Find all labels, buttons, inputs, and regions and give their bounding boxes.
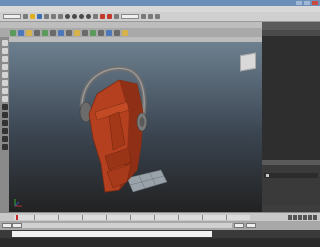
four-view-layout-icon[interactable] (1, 112, 8, 118)
time-tick (226, 215, 227, 220)
time-tick (154, 215, 155, 220)
time-tick (34, 215, 35, 220)
scale-tool-icon[interactable] (1, 80, 8, 86)
play-forward-icon[interactable] (303, 215, 307, 220)
range-start-field[interactable] (2, 223, 12, 228)
perspective-viewport[interactable] (9, 42, 262, 212)
select-hierarchy-icon[interactable] (44, 14, 49, 19)
tool-settings-icon[interactable] (148, 14, 153, 19)
ipr-render-icon[interactable] (107, 14, 112, 19)
command-line (0, 230, 320, 238)
lasso-tool-icon[interactable] (1, 48, 8, 54)
hypershade-layout-icon[interactable] (1, 136, 8, 142)
smooth-icon[interactable] (90, 29, 96, 36)
cylinder-icon[interactable] (26, 29, 32, 36)
single-view-layout-icon[interactable] (1, 104, 8, 110)
help-line (0, 238, 320, 247)
open-scene-icon[interactable] (30, 14, 35, 19)
scene-render (14, 66, 168, 207)
current-time-marker[interactable] (16, 215, 18, 220)
merge-icon[interactable] (106, 29, 112, 36)
attribute-editor-icon[interactable] (141, 14, 146, 19)
close-icon[interactable] (312, 1, 318, 5)
channel-box-header (262, 22, 320, 30)
channel-box-panel (262, 22, 320, 212)
command-input[interactable] (12, 231, 212, 237)
layer-editor (262, 165, 320, 205)
last-tool-icon[interactable] (1, 96, 8, 102)
cone-icon[interactable] (34, 29, 40, 36)
right-earcup-inner (139, 117, 145, 127)
play-backward-icon[interactable] (298, 215, 302, 220)
bevel-icon[interactable] (98, 29, 104, 36)
combine-icon[interactable] (58, 29, 64, 36)
select-tool-icon[interactable] (1, 40, 8, 46)
time-slider-track[interactable] (14, 215, 250, 220)
time-tick (106, 215, 107, 220)
plane-icon[interactable] (42, 29, 48, 36)
uv-icon[interactable] (122, 29, 128, 36)
time-tick (202, 215, 203, 220)
paint-select-tool-icon[interactable] (1, 56, 8, 62)
input-field[interactable] (121, 14, 139, 19)
menu-set-dropdown[interactable] (3, 14, 21, 19)
select-object-icon[interactable] (51, 14, 56, 19)
snap-point-icon[interactable] (79, 14, 84, 19)
step-back-icon[interactable] (293, 215, 297, 220)
persp-graph-layout-icon[interactable] (1, 128, 8, 134)
snap-grid-icon[interactable] (65, 14, 70, 19)
move-tool-icon[interactable] (1, 64, 8, 70)
sphere-icon[interactable] (10, 29, 16, 36)
snap-curve-icon[interactable] (72, 14, 77, 19)
range-slider-bar[interactable] (22, 223, 232, 228)
construction-history-icon[interactable] (93, 14, 98, 19)
render-settings-icon[interactable] (114, 14, 119, 19)
render-icon[interactable] (100, 14, 105, 19)
snap-view-plane-icon[interactable] (86, 14, 91, 19)
time-tick (130, 215, 131, 220)
layer-visibility-icon[interactable] (266, 174, 269, 177)
playback-start-field[interactable] (12, 223, 22, 228)
extrude-icon[interactable] (74, 29, 80, 36)
step-forward-icon[interactable] (308, 215, 312, 220)
bridge-icon[interactable] (82, 29, 88, 36)
torus-icon[interactable] (50, 29, 56, 36)
channel-box-icon[interactable] (155, 14, 160, 19)
separate-icon[interactable] (66, 29, 72, 36)
range-end-field[interactable] (246, 223, 256, 228)
cube-icon[interactable] (18, 29, 24, 36)
playback-controls (288, 215, 317, 220)
custom-layout-icon[interactable] (1, 144, 8, 150)
persp-outliner-layout-icon[interactable] (1, 120, 8, 126)
status-line-toolbar (0, 12, 320, 22)
rotate-tool-icon[interactable] (1, 72, 8, 78)
manipulator-icon[interactable] (1, 88, 8, 94)
toolbox (0, 37, 9, 212)
range-slider (0, 221, 320, 230)
go-to-start-icon[interactable] (288, 215, 292, 220)
go-to-end-icon[interactable] (313, 215, 317, 220)
channel-box-body (262, 36, 320, 160)
time-tick (82, 215, 83, 220)
shelf (0, 28, 262, 37)
split-icon[interactable] (114, 29, 120, 36)
layer-row[interactable] (264, 173, 318, 178)
playback-end-field[interactable] (234, 223, 244, 228)
save-scene-icon[interactable] (37, 14, 42, 19)
viewcube-icon[interactable] (240, 52, 256, 72)
time-tick (178, 215, 179, 220)
select-component-icon[interactable] (58, 14, 63, 19)
time-tick (58, 215, 59, 220)
minimize-icon[interactable] (296, 1, 302, 5)
new-scene-icon[interactable] (23, 14, 28, 19)
axis-z-line (14, 201, 20, 207)
maximize-icon[interactable] (304, 1, 310, 5)
